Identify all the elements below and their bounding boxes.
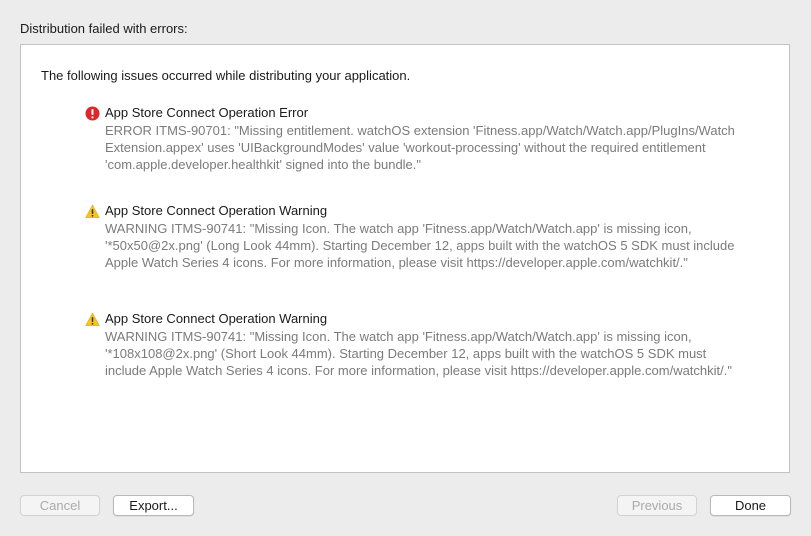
issue-title: App Store Connect Operation Error [105,105,309,120]
cancel-button[interactable]: Cancel [20,495,100,516]
issue-detail-line: WARNING ITMS-90741: "Missing Icon. The w… [105,329,692,344]
previous-button[interactable]: Previous [617,495,697,516]
issue-detail-line: Extension.appex' uses 'UIBackgroundModes… [105,140,706,155]
issue-detail-line: include Apple Watch Series 4 icons. For … [105,363,732,378]
intro-text: The following issues occurred while dist… [41,68,411,83]
issue-title: App Store Connect Operation Warning [105,203,328,218]
error-icon [85,106,100,121]
issue-title: App Store Connect Operation Warning [105,311,328,326]
issue-detail-line: 'com.apple.developer.healthkit' signed i… [105,157,422,172]
export-button[interactable]: Export... [113,495,194,516]
done-button[interactable]: Done [710,495,791,516]
issue-detail-line: Apple Watch Series 4 icons. For more inf… [105,255,688,270]
issue-detail-line: '*50x50@2x.png' (Long Look 44mm). Starti… [105,238,735,253]
warning-icon [85,312,100,326]
issues-panel: The following issues occurred while dist… [20,44,790,473]
issue-detail-line: '*108x108@2x.png' (Short Look 44mm). Sta… [105,346,707,361]
issue-detail-line: ERROR ITMS-90701: "Missing entitlement. … [105,123,735,138]
issue-detail-line: WARNING ITMS-90741: "Missing Icon. The w… [105,221,692,236]
dialog-heading: Distribution failed with errors: [20,21,188,36]
warning-icon [85,204,100,218]
